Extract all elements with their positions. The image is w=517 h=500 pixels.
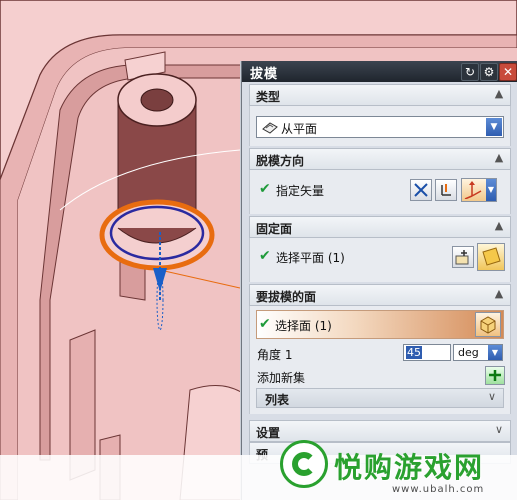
reverse-direction-button[interactable] — [410, 179, 432, 201]
add-new-set-label[interactable]: 添加新集 — [257, 369, 305, 386]
dialog-titlebar[interactable]: 拔模 ↻ ⚙ ✕ — [242, 61, 517, 82]
check-icon: ✔ — [259, 248, 271, 264]
select-plane-label[interactable]: 选择平面 (1) — [276, 249, 345, 266]
collapse-icon[interactable]: ▲ — [492, 287, 506, 301]
inferred-vector-dropdown[interactable]: ▼ — [461, 178, 497, 202]
section-fixed-face-title: 固定面 — [256, 222, 293, 236]
boss-hole — [140, 88, 174, 112]
vector-axes-icon — [464, 181, 482, 200]
section-type-header[interactable]: 类型 ▲ — [249, 84, 511, 106]
chevron-down-icon[interactable]: ∨ — [492, 423, 506, 437]
watermark-logo — [280, 440, 328, 488]
plane-constructor-icon — [455, 250, 469, 265]
plane-dialog-button[interactable] — [452, 246, 474, 268]
select-plane-button[interactable] — [477, 243, 505, 271]
section-direction-title: 脱模方向 — [256, 154, 305, 168]
check-icon: ✔ — [259, 316, 271, 332]
type-dropdown-value: 从平面 — [281, 122, 318, 136]
select-face-row[interactable]: ✔ 选择面 (1) — [256, 310, 504, 339]
plus-icon — [489, 370, 501, 381]
section-settings-header[interactable]: 设置 ∨ — [249, 420, 511, 442]
check-icon: ✔ — [259, 181, 271, 197]
section-fixed-face-header[interactable]: 固定面 ▲ — [249, 216, 511, 238]
chevron-down-icon[interactable]: ▼ — [486, 179, 496, 201]
collapse-icon[interactable]: ▲ — [492, 151, 506, 165]
angle-unit: deg — [458, 346, 479, 359]
reset-icon[interactable]: ↻ — [461, 63, 479, 81]
vector-dialog-button[interactable] — [435, 179, 457, 201]
gear-icon[interactable]: ⚙ — [480, 63, 498, 81]
specify-vector-label[interactable]: 指定矢量 — [276, 182, 324, 199]
angle-value: 45 — [406, 346, 422, 359]
chevron-down-icon[interactable]: ∨ — [485, 390, 499, 404]
select-face-label: 选择面 (1) — [275, 319, 332, 333]
plane-type-icon — [262, 122, 278, 134]
list-label: 列表 — [265, 393, 290, 407]
draft-dialog: 拔模 ↻ ⚙ ✕ 类型 ▲ 从平面 ▼ 脱模方向 ▲ ✔ 指定矢量 ▼ 固定面 … — [241, 61, 517, 500]
section-direction-header[interactable]: 脱模方向 ▲ — [249, 148, 511, 170]
reverse-direction-icon — [414, 183, 428, 197]
watermark-url: www.ubalh.com — [392, 484, 485, 495]
chevron-down-icon[interactable]: ▼ — [486, 118, 502, 136]
watermark-brand-text: 悦购游戏网 — [334, 451, 485, 484]
plane-face-icon — [482, 247, 501, 266]
list-subsection-header[interactable]: 列表 ∨ — [256, 388, 504, 408]
angle-unit-select[interactable]: deg ▼ — [453, 344, 503, 361]
select-face-button[interactable] — [475, 312, 501, 337]
section-faces-title: 要拔模的面 — [256, 290, 317, 304]
close-icon[interactable]: ✕ — [499, 63, 517, 81]
add-new-set-button[interactable] — [485, 366, 505, 385]
collapse-icon[interactable]: ▲ — [492, 87, 506, 101]
solid-face-icon — [480, 316, 496, 334]
section-type-title: 类型 — [256, 90, 281, 104]
collapse-icon[interactable]: ▲ — [492, 219, 506, 233]
angle-label: 角度 1 — [257, 348, 293, 362]
watermark-logo-mark — [292, 452, 316, 476]
angle-input[interactable]: 45 — [403, 344, 451, 361]
type-dropdown[interactable]: 从平面 ▼ — [256, 116, 504, 138]
section-faces-header[interactable]: 要拔模的面 ▲ — [249, 284, 511, 306]
vector-constructor-icon — [441, 184, 451, 196]
dialog-title: 拔模 — [250, 67, 279, 82]
chevron-down-icon[interactable]: ▼ — [488, 345, 502, 360]
section-settings-title: 设置 — [256, 426, 281, 440]
